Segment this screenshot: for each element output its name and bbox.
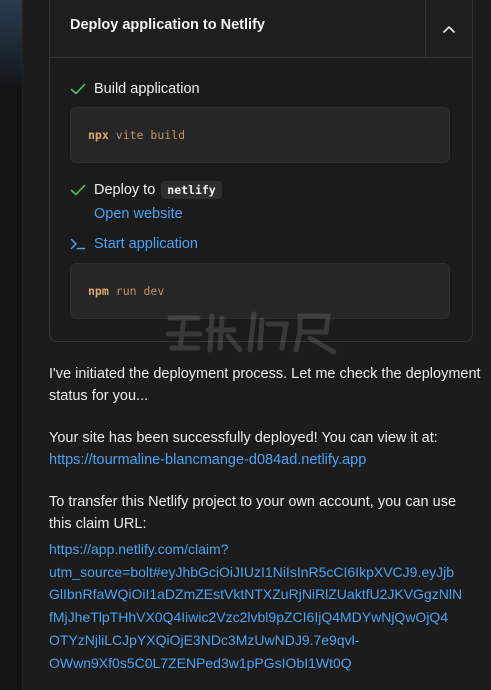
claim-url-line: OTYzNjliLCJpYXQiOjE3NDc3MzUwNDJ9.7e9qvl- — [49, 631, 360, 648]
message-deployed: Your site has been successfully deployed… — [49, 427, 481, 471]
step-start-label: Start application — [94, 236, 198, 252]
start-command-args: run dev — [115, 284, 165, 298]
side-panel-edge — [0, 0, 23, 690]
message-deployment-started: I've initiated the deployment process. L… — [49, 366, 481, 404]
open-website-link[interactable]: Open website — [94, 204, 183, 224]
start-command-box[interactable]: npm run dev — [70, 263, 450, 319]
start-command: npm — [88, 284, 109, 298]
message-deployed-text: Your site has been successfully deployed… — [49, 430, 438, 446]
claim-url-line: https://app.netlify.com/claim? — [49, 541, 229, 557]
deployed-site-link[interactable]: https://tourmaline-blancmange-d084ad.net… — [49, 452, 366, 468]
step-build: Build application — [70, 79, 200, 99]
deploy-card: Deploy application to Netlify Build appl… — [49, 0, 473, 342]
step-deploy-label: Deploy to — [94, 182, 156, 198]
deploy-card-title: Deploy application to Netlify — [70, 17, 265, 33]
build-command-box[interactable]: npx vite build — [70, 107, 450, 163]
check-icon — [70, 182, 92, 198]
claim-url-line: GlIbnRfaWQiOiI1aDZmZEstVktNTXZuRjNiRlZUa… — [49, 586, 463, 603]
step-build-label: Build application — [94, 81, 200, 97]
step-deploy: Deploy to netlify — [70, 180, 222, 200]
terminal-icon — [70, 236, 92, 252]
claim-url-link[interactable]: https://app.netlify.com/claim? utm_sourc… — [49, 538, 485, 674]
check-icon — [70, 81, 92, 97]
deploy-target-tag: netlify — [161, 181, 222, 199]
message-claim: To transfer this Netlify project to your… — [49, 494, 457, 532]
side-panel-glow — [0, 0, 22, 90]
step-start[interactable]: Start application — [70, 234, 198, 254]
build-command-args: vite build — [115, 128, 186, 142]
chevron-up-icon — [443, 25, 455, 33]
claim-url-line: utm_source=bolt#eyJhbGciOiJIUzI1NiIsInR5… — [49, 563, 455, 580]
collapse-button[interactable] — [425, 0, 472, 57]
deploy-card-header[interactable]: Deploy application to Netlify — [50, 0, 472, 58]
build-command: npx — [88, 128, 109, 142]
claim-url-line: fMjJheTlpTHhVX0Q4Iiwic2Vzc2lvbl9pZCI6IjQ… — [49, 609, 449, 626]
claim-url-line: OWwn9Xf0s5C0L7ZENPed3w1pPGsIObI1Wt0Q — [49, 654, 352, 671]
